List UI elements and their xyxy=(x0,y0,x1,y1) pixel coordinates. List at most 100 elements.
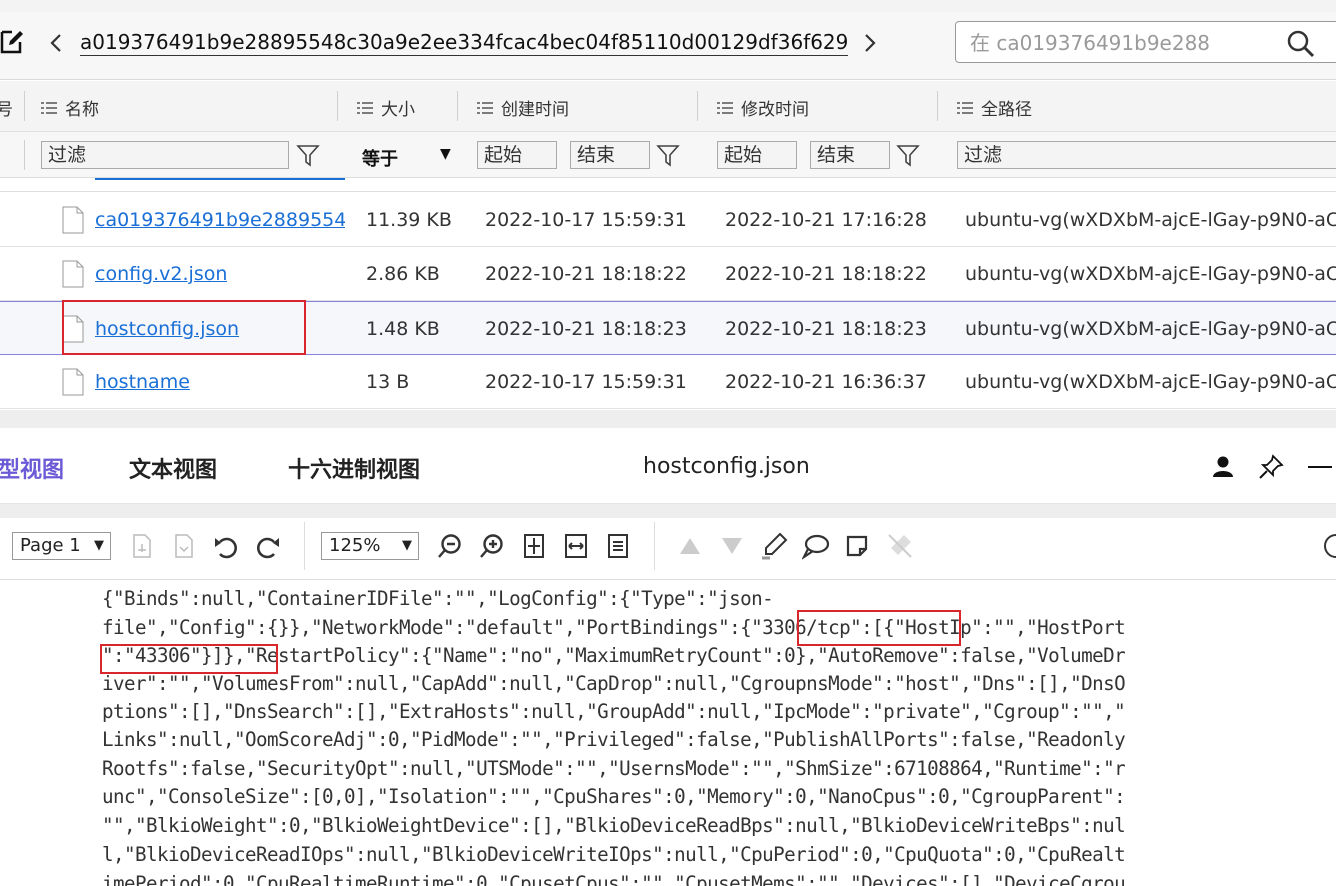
zoom-in-icon[interactable] xyxy=(478,532,506,560)
highlight-box-hostport xyxy=(100,644,278,674)
list-menu-icon xyxy=(477,101,493,114)
chevron-down-icon: ▼ xyxy=(94,538,104,553)
zoom-select[interactable]: 125% ▼ xyxy=(321,532,419,560)
fullpath-filter-input[interactable]: 过滤 xyxy=(957,141,1336,169)
page-export-icon[interactable] xyxy=(128,532,156,560)
document-line: ptions":[],"DnsSearch":[],"ExtraHosts":n… xyxy=(102,700,1126,723)
column-divider[interactable] xyxy=(937,91,938,121)
table-row[interactable]: hostname 13 B 2022-10-17 15:59:31 2022-1… xyxy=(0,355,1336,409)
name-filter-input[interactable]: 过滤 xyxy=(41,141,289,169)
column-name-label: 名称 xyxy=(65,100,99,120)
chevron-down-icon[interactable]: ▼ xyxy=(440,146,451,162)
table-row[interactable]: config.v2.json 2.86 KB 2022-10-21 18:18:… xyxy=(0,247,1336,301)
column-fullpath[interactable]: 全路径 xyxy=(957,95,1032,120)
file-created: 2022-10-17 15:59:31 xyxy=(485,209,687,231)
toolbar-divider xyxy=(654,522,655,570)
created-start-input[interactable]: 起始 xyxy=(477,141,557,169)
column-number[interactable]: 号 xyxy=(0,95,13,120)
file-size: 11.39 KB xyxy=(366,209,452,231)
column-fullpath-label: 全路径 xyxy=(981,100,1032,120)
file-size: 1.48 KB xyxy=(366,318,440,340)
column-divider[interactable] xyxy=(24,91,25,121)
page-select-value: Page 1 xyxy=(20,535,81,556)
tab-hex-view[interactable]: 十六进制视图 xyxy=(288,452,420,484)
note-icon[interactable] xyxy=(844,532,872,560)
file-created: 2022-10-21 18:18:22 xyxy=(485,263,687,285)
file-path: ubuntu-vg(wXDXbM-ajcE-lGay-p9N0-aC xyxy=(965,209,1336,231)
column-created-label: 创建时间 xyxy=(501,100,569,120)
column-modified[interactable]: 修改时间 xyxy=(717,95,809,120)
file-name-link[interactable]: config.v2.json xyxy=(95,263,227,285)
filter-icon[interactable] xyxy=(656,142,680,168)
comment-icon[interactable] xyxy=(802,532,830,560)
minimize-icon[interactable] xyxy=(1306,454,1332,480)
erase-annotation-icon[interactable] xyxy=(886,532,914,560)
filter-icon[interactable] xyxy=(896,142,920,168)
file-icon xyxy=(62,206,84,234)
page-view-icon[interactable] xyxy=(604,532,632,560)
file-created: 2022-10-17 15:59:31 xyxy=(485,371,687,393)
file-name-link[interactable]: ca019376491b9e288955486 xyxy=(95,209,345,231)
redo-icon[interactable] xyxy=(254,532,282,560)
search-box[interactable] xyxy=(955,21,1336,63)
path-breadcrumb[interactable]: a019376491b9e28895548c30a9e2ee334fcac4be… xyxy=(80,29,849,56)
filter-row: 过滤 等于 ▼ 起始 结束 起始 结束 过滤 xyxy=(0,132,1336,178)
document-line: l,"BlkioDeviceReadIOps":null,"BlkioDevic… xyxy=(102,843,1126,866)
file-icon xyxy=(62,260,84,288)
file-size: 13 B xyxy=(366,371,410,393)
list-menu-icon xyxy=(357,101,373,114)
arrow-down-icon[interactable] xyxy=(718,532,746,560)
navigation-bar: a019376491b9e28895548c30a9e2ee334fcac4be… xyxy=(0,12,1336,80)
size-operator-select[interactable]: 等于 xyxy=(362,145,398,171)
document-content: {"Binds":null,"ContainerIDFile":"","LogC… xyxy=(0,580,1336,886)
file-name-link[interactable]: hostname xyxy=(95,371,190,393)
column-size[interactable]: 大小 xyxy=(357,95,415,120)
zoom-select-value: 125% xyxy=(329,535,381,556)
list-menu-icon xyxy=(957,101,973,114)
truncated-link xyxy=(95,178,345,180)
viewer-divider xyxy=(0,410,1336,428)
table-row[interactable]: ca019376491b9e288955486 11.39 KB 2022-10… xyxy=(0,193,1336,247)
zoom-out-icon[interactable] xyxy=(436,532,464,560)
column-header-row: 号 名称 大小 创建时间 修改时间 全路径 xyxy=(0,81,1336,132)
document-line: "","BlkioWeight":0,"BlkioWeightDevice":[… xyxy=(102,814,1126,837)
column-divider[interactable] xyxy=(337,91,338,121)
chevron-right-icon[interactable] xyxy=(858,30,882,56)
column-divider[interactable] xyxy=(697,91,698,121)
arrow-up-icon[interactable] xyxy=(676,532,704,560)
user-icon[interactable] xyxy=(1210,454,1236,480)
undo-icon[interactable] xyxy=(212,532,240,560)
document-line: imePeriod":0,"CpuRealtimeRuntime":0,"Cpu… xyxy=(102,872,1126,886)
fit-width-icon[interactable] xyxy=(562,532,590,560)
file-created: 2022-10-21 18:18:23 xyxy=(485,318,687,340)
column-name[interactable]: 名称 xyxy=(41,95,99,120)
top-strip xyxy=(0,0,1336,12)
highlighter-icon[interactable] xyxy=(760,532,788,560)
highlight-box xyxy=(62,300,306,355)
page-import-icon[interactable] xyxy=(170,532,198,560)
file-path: ubuntu-vg(wXDXbM-ajcE-lGay-p9N0-aC xyxy=(965,318,1336,340)
chevron-left-icon[interactable] xyxy=(44,30,68,56)
search-input[interactable] xyxy=(970,30,1240,56)
filter-icon[interactable] xyxy=(296,142,320,168)
page-select[interactable]: Page 1 ▼ xyxy=(12,532,111,560)
toolbar-divider xyxy=(304,522,305,570)
column-created[interactable]: 创建时间 xyxy=(477,95,569,120)
tab-type-view[interactable]: 型视图 xyxy=(0,452,64,484)
document-line: Links":null,"OomScoreAdj":0,"PidMode":""… xyxy=(102,728,1126,751)
edit-icon[interactable] xyxy=(0,28,24,54)
modified-end-input[interactable]: 结束 xyxy=(810,141,890,169)
pin-icon[interactable] xyxy=(1258,454,1284,480)
search-icon[interactable] xyxy=(1286,29,1316,59)
fit-page-icon[interactable] xyxy=(520,532,548,560)
tab-text-view[interactable]: 文本视图 xyxy=(129,452,217,484)
file-modified: 2022-10-21 17:16:28 xyxy=(725,209,927,231)
settings-icon[interactable] xyxy=(1322,532,1336,560)
file-modified: 2022-10-21 18:18:22 xyxy=(725,263,927,285)
file-path: ubuntu-vg(wXDXbM-ajcE-lGay-p9N0-aC xyxy=(965,263,1336,285)
document-line: file","Config":{}},"NetworkMode":"defaul… xyxy=(102,616,1126,639)
chevron-down-icon: ▼ xyxy=(402,538,412,553)
column-divider[interactable] xyxy=(457,91,458,121)
created-end-input[interactable]: 结束 xyxy=(570,141,650,169)
modified-start-input[interactable]: 起始 xyxy=(717,141,797,169)
